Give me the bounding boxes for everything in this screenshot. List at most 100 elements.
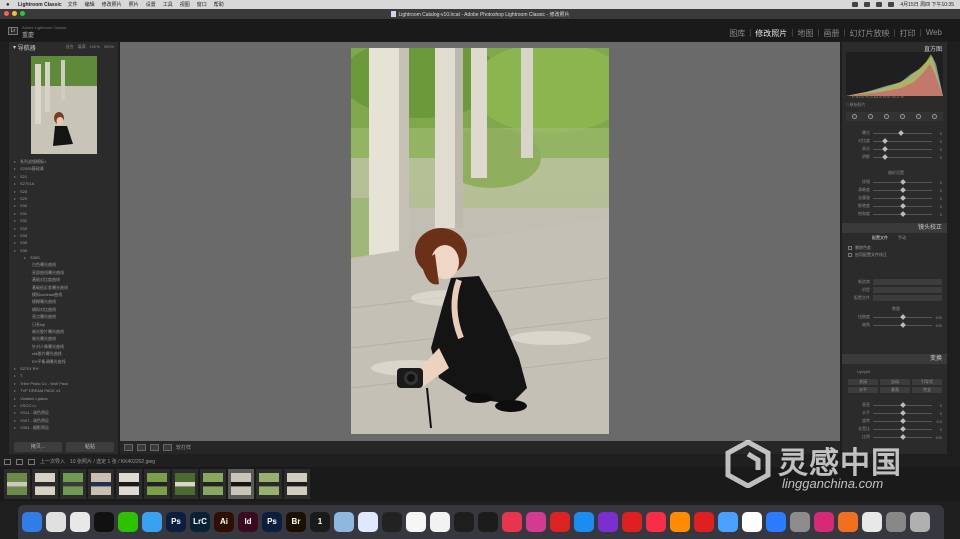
graduated-filter-icon[interactable] xyxy=(900,114,906,119)
module-library[interactable]: 图库 xyxy=(729,28,745,39)
grid-view-icon[interactable] xyxy=(4,458,11,465)
module-print[interactable]: 打印 xyxy=(900,28,916,39)
slider-track[interactable] xyxy=(873,409,932,416)
copy-settings-button[interactable]: 拷贝... xyxy=(14,442,62,452)
affinity-icon[interactable] xyxy=(598,512,618,532)
filmstrip-thumbnail[interactable] xyxy=(144,469,170,499)
lens-make-input[interactable] xyxy=(873,278,942,285)
menu-develop[interactable]: 修改照片 xyxy=(102,1,122,8)
preset-folder-item[interactable]: ▸ 系列滤镜模板1 xyxy=(14,158,114,165)
preview-icon[interactable] xyxy=(334,512,354,532)
lens-model-input[interactable] xyxy=(873,286,942,293)
menu-edit[interactable]: 编辑 xyxy=(85,1,95,8)
preset-folder-item[interactable]: ▸ S32 xyxy=(14,217,114,224)
filmstrip-thumbnail[interactable] xyxy=(256,469,282,499)
filmstrip-thumbnail[interactable] xyxy=(172,469,198,499)
filmstrip-thumbnail[interactable] xyxy=(60,469,86,499)
slider-track[interactable] xyxy=(873,401,932,408)
photoshop-cc-icon[interactable]: Ps xyxy=(166,512,186,532)
slider-track[interactable] xyxy=(873,313,932,320)
video-icon[interactable] xyxy=(694,512,714,532)
slider-value[interactable]: 0 xyxy=(932,155,942,160)
radial-filter-icon[interactable] xyxy=(916,114,922,119)
lens-make-field[interactable]: 制造商 xyxy=(850,278,942,285)
zoom-fill[interactable]: 填满 xyxy=(78,44,86,50)
preset-folder-item[interactable]: ▸ S35 xyxy=(14,239,114,246)
slider-knob[interactable] xyxy=(881,145,888,152)
slider-knob[interactable] xyxy=(881,137,888,144)
1password-icon[interactable]: 1 xyxy=(310,512,330,532)
trash-icon[interactable] xyxy=(910,512,930,532)
upright-off-button[interactable]: 关闭 xyxy=(848,379,878,385)
module-develop[interactable]: 修改照片 xyxy=(755,28,787,39)
slider-row[interactable]: 垂直 0 xyxy=(850,401,942,408)
slider-row[interactable]: 暗角 100 xyxy=(850,321,942,328)
preset-folder-item[interactable]: · 亮部曲线曝光曲线 xyxy=(14,269,114,276)
control-center-icon[interactable] xyxy=(888,2,895,7)
zoom-fit[interactable]: 适合 xyxy=(66,44,74,50)
slider-track[interactable] xyxy=(873,129,932,136)
slider-track[interactable] xyxy=(873,425,932,432)
lens-model-field[interactable]: 机型 xyxy=(850,286,942,293)
slider-row[interactable]: 旋转 0.0 xyxy=(850,417,942,424)
loupe-view-icon[interactable] xyxy=(124,444,133,451)
slider-track[interactable] xyxy=(873,145,932,152)
filmstrip-thumbnail[interactable] xyxy=(200,469,226,499)
preset-folder-item[interactable]: ▸ S29 xyxy=(14,195,114,202)
menubar-clock[interactable]: 4月15日 周四 下午10:35 xyxy=(900,1,954,8)
menu-window[interactable]: 窗口 xyxy=(197,1,207,8)
preset-folder-item[interactable]: ▸ S36S xyxy=(14,254,114,261)
slider-knob[interactable] xyxy=(881,153,888,160)
preset-folder-item[interactable]: ▸ Tribe Photo Co - Wolf Pack xyxy=(14,380,114,387)
minimize-window-button[interactable] xyxy=(12,11,17,16)
slider-value[interactable]: 0 xyxy=(932,212,942,217)
slider-value[interactable]: 0 xyxy=(932,427,942,432)
slider-track[interactable] xyxy=(873,321,932,328)
preset-folder-item[interactable]: ▸ Y004 - 摄影预设 xyxy=(14,424,114,431)
filmstrip-thumbnail[interactable] xyxy=(32,469,58,499)
filmstrip-thumbnail[interactable] xyxy=(88,469,114,499)
netease-music-icon[interactable] xyxy=(622,512,642,532)
zoom-300[interactable]: 300% xyxy=(104,44,114,50)
navigator-header[interactable]: ▾ 导航器 适合 填满 100% 300% xyxy=(9,42,118,52)
photos-icon[interactable] xyxy=(406,512,426,532)
apple-music-icon[interactable] xyxy=(646,512,666,532)
pages-icon[interactable] xyxy=(430,512,450,532)
preset-folder-item[interactable]: ▸ S2701 RH xyxy=(14,365,114,372)
slider-knob[interactable] xyxy=(899,401,906,408)
slider-value[interactable]: 0 xyxy=(932,196,942,201)
textedit-icon[interactable] xyxy=(862,512,882,532)
tencent-video-icon[interactable] xyxy=(670,512,690,532)
close-window-button[interactable] xyxy=(4,11,9,16)
slider-value[interactable]: 0 xyxy=(932,147,942,152)
forward-arrow-icon[interactable] xyxy=(28,458,35,465)
slider-row[interactable]: 阴影 0 xyxy=(850,153,942,160)
preset-folder-item[interactable]: · 白色曝光曲线 xyxy=(14,261,114,268)
battery-icon[interactable] xyxy=(864,2,871,7)
upright-guided-button[interactable]: 引导式 xyxy=(912,379,942,385)
teleport-icon[interactable] xyxy=(358,512,378,532)
browser-icon[interactable] xyxy=(142,512,162,532)
slider-value[interactable]: 0 xyxy=(932,411,942,416)
navigator-preview[interactable] xyxy=(31,56,97,154)
red-eye-icon[interactable] xyxy=(883,114,889,119)
image-canvas[interactable] xyxy=(120,42,840,441)
slider-knob[interactable] xyxy=(899,202,906,209)
slider-knob[interactable] xyxy=(899,210,906,217)
slider-row[interactable]: 水平 0 xyxy=(850,409,942,416)
preset-folder-item[interactable]: ▸ Y014 - 调色预设 xyxy=(14,409,114,416)
preset-folder-item[interactable]: ▸ Vladimir Ljalkov xyxy=(14,395,114,402)
qq-icon[interactable] xyxy=(94,512,114,532)
slider-knob[interactable] xyxy=(899,186,906,193)
main-photo[interactable] xyxy=(351,48,609,434)
slider-value[interactable]: 0 xyxy=(932,180,942,185)
back-arrow-icon[interactable] xyxy=(16,458,23,465)
histogram[interactable] xyxy=(846,52,943,96)
slider-track[interactable] xyxy=(873,178,932,185)
music-red-icon[interactable] xyxy=(502,512,522,532)
menu-file[interactable]: 文件 xyxy=(68,1,78,8)
preset-folder-item[interactable]: · 暗光胶片曝光曲线 xyxy=(14,328,114,335)
preset-folder-item[interactable]: ▸ S34 xyxy=(14,232,114,239)
final-cut-icon[interactable] xyxy=(478,512,498,532)
brush-icon[interactable] xyxy=(932,114,938,119)
